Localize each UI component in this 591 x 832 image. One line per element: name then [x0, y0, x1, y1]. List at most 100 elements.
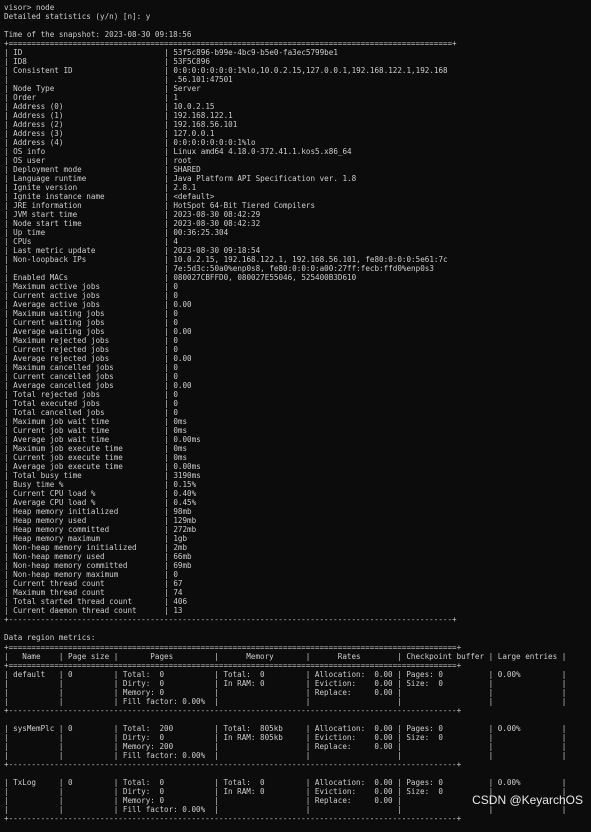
region-header-separator: +=======================================… — [4, 661, 462, 670]
stat-row: | JVM start time | 2023-08-30 08:42:29 — [4, 210, 261, 219]
question-line: Detailed statistics (y/n) [n]: y — [4, 12, 151, 21]
stat-value: 0.00 — [173, 300, 192, 309]
stat-key: Heap memory initialized — [13, 507, 119, 516]
stat-value: Server — [173, 84, 201, 93]
stat-key: Address (1) — [13, 111, 64, 120]
stat-key: Deployment mode — [13, 165, 82, 174]
stat-key: Ignite instance name — [13, 192, 105, 201]
stat-row: | Non-heap memory initialized | 2mb — [4, 543, 188, 552]
stat-key: Current cancelled jobs — [13, 372, 114, 381]
stat-value: 0ms — [173, 453, 188, 462]
stat-value: 74 — [173, 588, 183, 597]
region-row: | sysMemPlc | 0 | Total: 200 | Total: 80… — [4, 724, 567, 733]
stat-row: | Total cancelled jobs | 0 — [4, 408, 178, 417]
stat-row: | Total started thread count | 406 — [4, 597, 188, 606]
stat-key: JRE information — [13, 201, 82, 210]
stat-key: Current waiting jobs — [13, 318, 105, 327]
stat-value: 0:0:0:0:0:0:0:1%lo — [173, 138, 256, 147]
stat-value: 0ms — [173, 417, 188, 426]
stat-key: Current daemon thread count — [13, 606, 137, 615]
stat-row: | Current rejected jobs | 0 — [4, 345, 178, 354]
stat-row: | Average job wait time | 0.00ms — [4, 435, 201, 444]
stat-key: OS user — [13, 156, 46, 165]
stat-key: Address (0) — [13, 102, 64, 111]
stats-border-bottom: +---------------------------------------… — [4, 615, 457, 624]
stat-value: 2023-08-30 09:18:54 — [173, 246, 261, 255]
stat-key: Maximum job wait time — [13, 417, 110, 426]
region-border-top: +=======================================… — [4, 643, 462, 652]
stat-row: | Current job execute time | 0ms — [4, 453, 188, 462]
stat-value: 406 — [173, 597, 188, 606]
stat-key: Address (3) — [13, 129, 64, 138]
stat-value: 0 — [173, 309, 178, 318]
stat-row: | Heap memory committed | 272mb — [4, 525, 197, 534]
stat-key: Current CPU load % — [13, 489, 96, 498]
stat-key: Current thread count — [13, 579, 105, 588]
stat-row: | Busy time % | 0.15% — [4, 480, 197, 489]
stat-key: Current job execute time — [13, 453, 123, 462]
stat-value: 53f5c896-b99e-4bc9-b5e0-fa3ec5799be1 — [173, 48, 338, 57]
region-row: | TxLog | 0 | Total: 0 | Total: 0 | Allo… — [4, 778, 567, 787]
region-row-separator: +---------------------------------------… — [4, 814, 462, 823]
stat-value: 0 — [173, 318, 178, 327]
region-spacer — [4, 823, 566, 832]
stat-key: Busy time % — [13, 480, 64, 489]
stat-row: | Address (0) | 10.0.2.15 — [4, 102, 215, 111]
stat-row: | Maximum waiting jobs | 0 — [4, 309, 178, 318]
stat-key: Heap memory maximum — [13, 534, 101, 543]
stat-row: | Node Type | Server — [4, 84, 201, 93]
stat-row: | Address (4) | 0:0:0:0:0:0:0:1%lo — [4, 138, 256, 147]
stat-row: | Average cancelled jobs | 0.00 — [4, 381, 192, 390]
stat-row: | Consistent ID | 0:0:0:0:0:0:0:1%lo,10.0… — [4, 66, 448, 75]
stat-value: 10.0.2.15 — [173, 102, 215, 111]
stat-row: | Total busy time | 3190ms — [4, 471, 201, 480]
stat-key: Current job wait time — [13, 426, 110, 435]
stat-row: | Maximum job execute time | 0ms — [4, 444, 188, 453]
region-spacer — [4, 715, 566, 724]
stat-value: 00:36:25.304 — [173, 228, 229, 237]
stat-row: | Order | 1 — [4, 93, 178, 102]
stat-value: 0.00 — [173, 327, 192, 336]
stat-key: Up time — [13, 228, 46, 237]
stat-row: | Average job execute time | 0.00ms — [4, 462, 201, 471]
stat-value: 0 — [173, 345, 178, 354]
stat-key: Total executed jobs — [13, 399, 101, 408]
stat-key: Heap memory used — [13, 516, 87, 525]
stat-row: | Non-heap memory used | 66mb — [4, 552, 192, 561]
stat-value: 0 — [173, 372, 178, 381]
stat-value: 2023-08-30 08:42:29 — [173, 210, 261, 219]
stat-row: | Ignite version | 2.8.1 — [4, 183, 197, 192]
stat-value: 3190ms — [173, 471, 201, 480]
watermark: CSDN @KeyarchOS — [472, 793, 583, 807]
stat-key: Language runtime — [13, 174, 87, 183]
stat-value: 53F5C896 — [173, 57, 210, 66]
stat-row: | Current daemon thread count | 13 — [4, 606, 183, 615]
stat-key: Maximum cancelled jobs — [13, 363, 114, 372]
stat-value: SHARED — [173, 165, 201, 174]
stat-row: | JRE information | HotSpot 64-Bit Tiered… — [4, 201, 316, 210]
stat-value: HotSpot 64-Bit Tiered Compilers — [173, 201, 316, 210]
stat-row: | Maximum job wait time | 0ms — [4, 417, 188, 426]
stat-row: | Address (3) | 127.0.0.1 — [4, 129, 215, 138]
stat-value: <default> — [173, 192, 215, 201]
stat-value: 0.15% — [173, 480, 197, 489]
stat-row: | Last metric update | 2023-08-30 09:18:5… — [4, 246, 261, 255]
stat-row: | Current job wait time | 0ms — [4, 426, 188, 435]
stat-row: | Average CPU load % | 0.45% — [4, 498, 197, 507]
stat-row: | Maximum thread count | 74 — [4, 588, 183, 597]
stat-row: | Maximum cancelled jobs | 0 — [4, 363, 178, 372]
stat-value: Linux amd64 4.18.0-372.41.1.kos5.x86_64 — [173, 147, 352, 156]
stat-value: 98mb — [173, 507, 192, 516]
stat-row: | Heap memory maximum | 1gb — [4, 534, 188, 543]
region-spacer — [4, 769, 566, 778]
stat-key: Total cancelled jobs — [13, 408, 105, 417]
stat-key: Order — [13, 93, 37, 102]
stat-value: 10.0.2.15, 192.168.122.1, 192.168.56.101… — [173, 255, 448, 264]
stat-row: | Maximum rejected jobs | 0 — [4, 336, 178, 345]
terminal-window[interactable]: { "colors": {"background":"#0c0c0c","tex… — [0, 0, 591, 823]
region-row: | | | Dirty: 0 | In RAM: 0 | Eviction: 0… — [4, 679, 567, 688]
stat-key: Address (4) — [13, 138, 64, 147]
stat-row: | Address (1) | 192.168.122.1 — [4, 111, 233, 120]
stat-value: 7e:5d3c:50a0%enp0s8, fe80:0:0:0:a00:27ff… — [173, 264, 434, 273]
stat-key: Average job execute time — [13, 462, 123, 471]
